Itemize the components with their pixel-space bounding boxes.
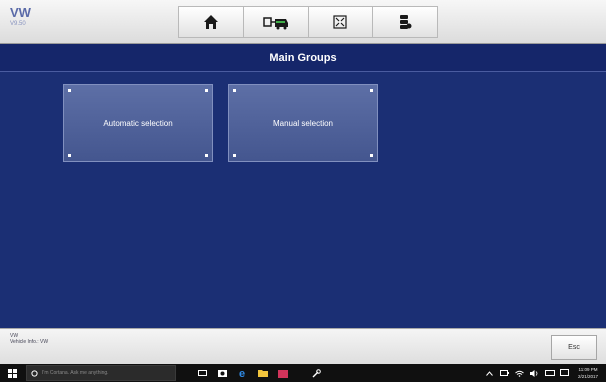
cortana-icon [31, 369, 38, 377]
fullscreen-icon [333, 15, 347, 29]
manual-selection-tile[interactable]: Manual selection [228, 84, 378, 162]
tile-corner-dot [370, 89, 373, 92]
start-button[interactable] [8, 364, 17, 382]
notification-icon [560, 369, 569, 376]
fullscreen-button[interactable] [308, 6, 374, 38]
wifi-icon [515, 370, 524, 377]
wrench-icon [312, 368, 321, 377]
cortana-search-box[interactable]: I'm Cortana. Ask me anything. [26, 365, 176, 381]
toolbar [178, 6, 438, 38]
clock-time: 11:09 PM [578, 367, 598, 372]
tile-corner-dot [205, 89, 208, 92]
tile-corner-dot [233, 154, 236, 157]
search-placeholder: I'm Cortana. Ask me anything. [42, 370, 109, 376]
taskbar-clock[interactable]: 11:09 PM 2/21/2017 [574, 366, 602, 380]
clock-date: 2/21/2017 [577, 374, 599, 379]
battery-icon [500, 370, 509, 376]
notifications-button[interactable] [560, 364, 569, 382]
taskbar-app-store[interactable] [278, 364, 288, 382]
task-view-icon [198, 370, 207, 376]
title-bar: Main Groups [0, 44, 606, 72]
page-title: Main Groups [269, 51, 337, 64]
taskbar-app-tool[interactable] [312, 364, 321, 382]
camera-app-icon [218, 369, 227, 377]
windows-taskbar: I'm Cortana. Ask me anything. e 11:09 PM… [0, 364, 606, 382]
folder-icon [258, 370, 268, 377]
store-icon [278, 370, 288, 378]
volume-icon [530, 369, 538, 377]
show-hidden-icons-button[interactable] [486, 364, 493, 382]
svg-text:e: e [239, 368, 245, 378]
volume-tray-button[interactable] [530, 364, 539, 382]
vehicle-swap-icon [262, 17, 288, 30]
tile-corner-dot [205, 154, 208, 157]
database-icon [400, 15, 412, 29]
windows-logo-icon [8, 368, 17, 378]
esc-button[interactable]: Esc [551, 335, 597, 360]
brand: VW V9.50 [10, 6, 31, 28]
brand-version: V9.50 [10, 21, 26, 27]
tile-corner-dot [68, 154, 71, 157]
tile-corner-dot [233, 89, 236, 92]
app-header: VW V9.50 [0, 0, 606, 44]
home-icon [203, 15, 218, 29]
chevron-up-icon [486, 370, 493, 376]
brand-title: VW [10, 5, 31, 20]
task-view-button[interactable] [198, 364, 207, 382]
network-tray-button[interactable] [515, 364, 524, 382]
automatic-selection-tile[interactable]: Automatic selection [63, 84, 213, 162]
main-content: Automatic selection Manual selection [0, 72, 606, 328]
edge-icon: e [239, 368, 245, 378]
tile-label: Automatic selection [103, 118, 173, 128]
battery-tray-button[interactable] [500, 364, 509, 382]
taskbar-app-explorer[interactable] [258, 364, 268, 382]
keyboard-icon [545, 370, 555, 376]
footer: VW Vehicle Info.: VW Esc [0, 328, 606, 364]
data-logging-button[interactable] [373, 6, 438, 38]
tile-corner-dot [370, 154, 373, 157]
taskbar-app-edge[interactable]: e [238, 364, 248, 382]
home-button[interactable] [178, 6, 244, 38]
tile-label: Manual selection [272, 118, 334, 128]
vehicle-swap-button[interactable] [243, 6, 309, 38]
tile-corner-dot [68, 89, 71, 92]
keyboard-tray-button[interactable] [545, 364, 555, 382]
taskbar-app-camera[interactable] [218, 364, 227, 382]
vehicle-info: Vehicle Info.: VW [10, 339, 49, 345]
